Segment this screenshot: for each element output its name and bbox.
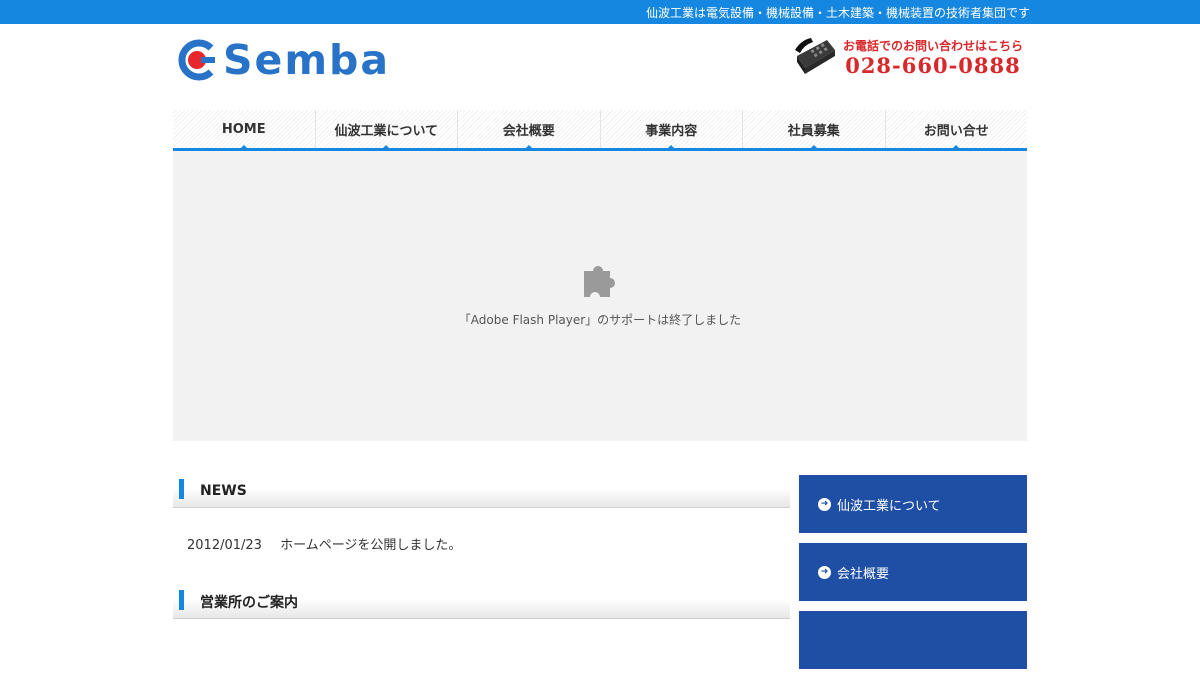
arrow-right-icon: ➜ <box>818 497 831 511</box>
arrow-right-icon: ➜ <box>818 565 831 579</box>
tagline-text: 仙波工業は電気設備・機械設備・土木建築・機械装置の技術者集団です <box>645 5 1030 20</box>
sidebar-item-label: 仙波工業について <box>837 498 941 514</box>
nav-item-home[interactable]: HOME <box>173 110 316 148</box>
site-header: Semba お電話でのお問い合わせはこちら 028-660-0888 <box>173 24 1027 110</box>
news-heading: NEWS <box>173 475 790 508</box>
telephone-icon <box>794 38 835 74</box>
news-item: 2012/01/23 ホームページを公開しました。 <box>173 508 790 586</box>
main-nav: HOME 仙波工業について 会社概要 事業内容 社員募集 お問い合せ <box>173 110 1027 151</box>
news-date: 2012/01/23 <box>187 538 262 553</box>
phone-text-block: お電話でのお問い合わせはこちら 028-660-0888 <box>843 37 1023 77</box>
top-tagline-bar: 仙波工業は電気設備・機械設備・土木建築・機械装置の技術者集団です <box>0 0 1200 24</box>
logo-mark-icon <box>178 39 215 81</box>
sidebar-item-company[interactable]: ➜ 会社概要 <box>799 543 1027 601</box>
plugin-puzzle-icon <box>584 265 615 297</box>
phone-contact: お電話でのお問い合わせはこちら 028-660-0888 <box>793 36 1023 78</box>
flash-message: 「Adobe Flash Player」のサポートは終了しました <box>458 312 742 327</box>
nav-item-business[interactable]: 事業内容 <box>600 110 743 148</box>
phone-caption: お電話でのお問い合わせはこちら <box>842 38 1023 53</box>
offices-heading: 営業所のご案内 <box>173 586 790 619</box>
nav-item-about[interactable]: 仙波工業について <box>315 110 458 148</box>
flash-placeholder: 「Adobe Flash Player」のサポートは終了しました <box>173 151 1027 441</box>
logo-wordmark: Semba <box>223 35 391 84</box>
news-text: ホームページを公開しました。 <box>280 538 462 553</box>
sidebar-item-label: 会社概要 <box>837 566 890 582</box>
main-column: NEWS 2012/01/23 ホームページを公開しました。 営業所のご案内 <box>173 475 790 679</box>
nav-item-recruit[interactable]: 社員募集 <box>743 110 886 148</box>
content-area: NEWS 2012/01/23 ホームページを公開しました。 営業所のご案内 ➜… <box>173 475 1027 679</box>
sidebar: ➜ 仙波工業について ➜ 会社概要 <box>799 475 1027 679</box>
sidebar-item-about[interactable]: ➜ 仙波工業について <box>799 475 1027 533</box>
nav-item-contact[interactable]: お問い合せ <box>885 110 1027 148</box>
site-logo[interactable]: Semba <box>175 38 390 82</box>
nav-item-company[interactable]: 会社概要 <box>458 110 601 148</box>
phone-number[interactable]: 028-660-0888 <box>845 54 1021 77</box>
